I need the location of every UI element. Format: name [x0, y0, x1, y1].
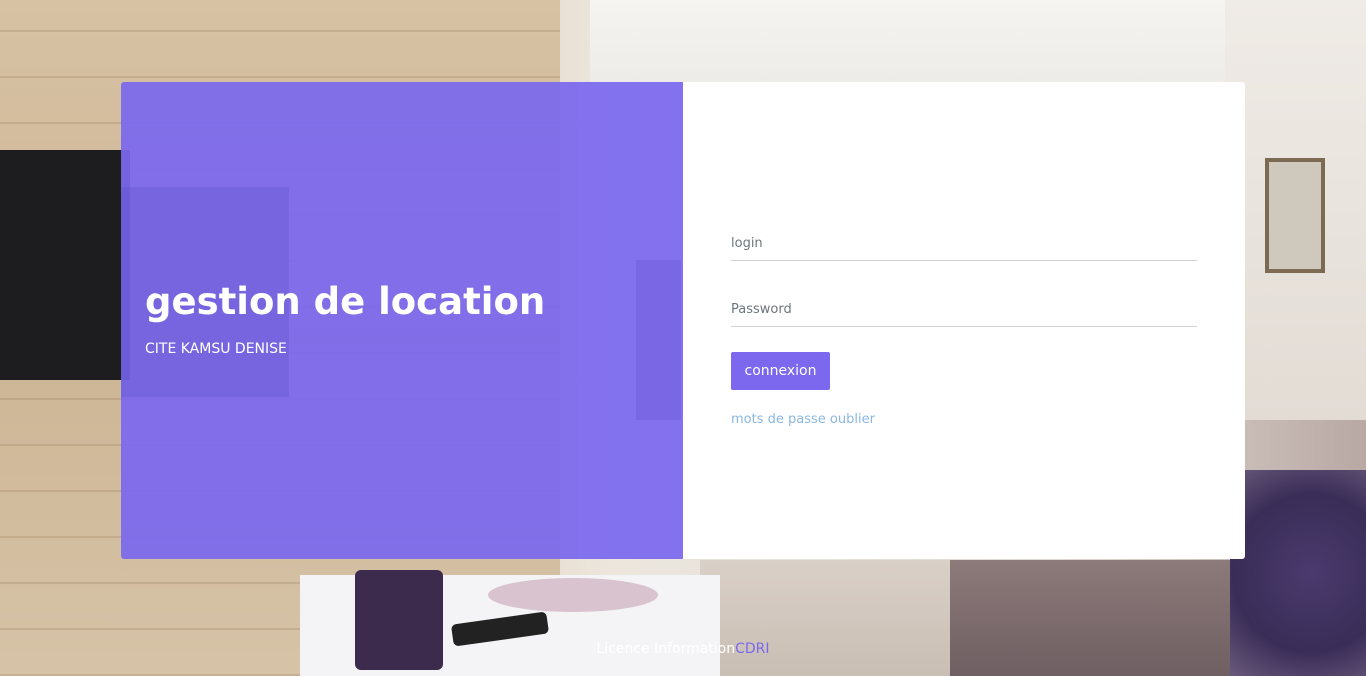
hero-panel: gestion de location CITE KAMSU DENISE [121, 82, 683, 559]
password-input[interactable] [731, 293, 1197, 327]
connexion-button[interactable]: connexion [731, 352, 830, 390]
forgot-password-link[interactable]: mots de passe oublier [731, 412, 875, 427]
footer-text: Licence Information [596, 641, 736, 657]
app-subtitle: CITE KAMSU DENISE [145, 341, 287, 357]
bowl [488, 578, 658, 612]
footer: Licence InformationCDRI [0, 641, 1366, 657]
app-title: gestion de location [145, 280, 546, 323]
television [0, 150, 130, 380]
floor [700, 560, 960, 676]
login-input[interactable] [731, 227, 1197, 261]
picture-frame [1265, 158, 1325, 273]
login-form-panel: connexion mots de passe oublier [683, 82, 1245, 559]
window [590, 0, 1230, 90]
login-card: gestion de location CITE KAMSU DENISE co… [121, 82, 1245, 559]
footer-link[interactable]: CDRI [735, 641, 769, 657]
panel-shade [636, 260, 681, 420]
